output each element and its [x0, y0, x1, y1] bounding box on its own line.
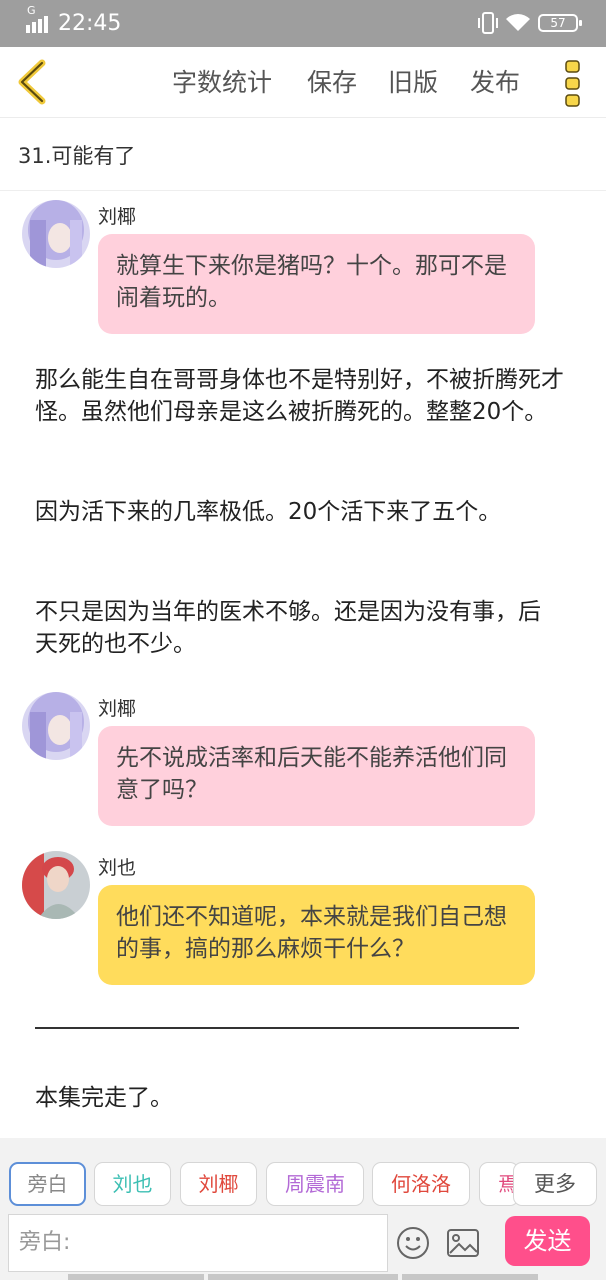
- chip-label: 刘也: [112, 1172, 153, 1196]
- save-button[interactable]: 保存: [307, 67, 357, 99]
- back-icon[interactable]: [14, 59, 50, 105]
- narration-text[interactable]: 不只是因为当年的医术不够。还是因为没有事，后天死的也不少。: [35, 596, 560, 660]
- more-menu-icon[interactable]: [562, 58, 584, 108]
- narration-text[interactable]: 本集完走了。: [35, 1082, 580, 1114]
- character-chip-narrator[interactable]: 旁白: [9, 1162, 86, 1206]
- character-chip[interactable]: 刘也: [94, 1162, 171, 1206]
- sender-name: 刘椰: [98, 206, 137, 228]
- emoji-icon[interactable]: [396, 1226, 430, 1260]
- sender-name: 刘也: [98, 857, 137, 879]
- chapter-title[interactable]: 31.可能有了: [18, 140, 135, 170]
- image-icon[interactable]: [446, 1228, 480, 1258]
- battery-level: 57: [550, 16, 566, 30]
- old-version-button[interactable]: 旧版: [388, 67, 438, 99]
- network-type: G: [27, 4, 36, 17]
- chip-label: 周震南: [285, 1172, 345, 1196]
- divider: [0, 190, 606, 191]
- character-chip[interactable]: 何洛洛: [372, 1162, 470, 1206]
- word-count-button[interactable]: 字数统计: [172, 67, 272, 99]
- message-bubble[interactable]: 就算生下来你是猪吗？十个。那可不是闹着玩的。: [98, 234, 535, 334]
- wifi-icon: [506, 14, 530, 31]
- editor-toolbar: 字数统计 保存 旧版 发布: [0, 47, 606, 118]
- message-input[interactable]: 旁白:: [8, 1214, 388, 1272]
- character-chip[interactable]: 周震南: [266, 1162, 364, 1206]
- battery-icon: 57: [538, 14, 582, 32]
- publish-button[interactable]: 发布: [470, 67, 520, 99]
- narration-text[interactable]: 因为活下来的几率极低。20个活下来了五个。: [35, 496, 535, 528]
- nav-hint-bar: [208, 1274, 398, 1280]
- message-bubble[interactable]: 先不说成活率和后天能不能养活他们同意了吗？: [98, 726, 535, 826]
- vibrate-icon: [478, 12, 498, 34]
- message-bubble[interactable]: 他们还不知道呢，本来就是我们自己想的事，搞的那么麻烦干什么？: [98, 885, 535, 985]
- avatar-liuye-female[interactable]: [22, 200, 90, 268]
- nav-hint-bar: [68, 1274, 204, 1280]
- sender-name: 刘椰: [98, 698, 137, 720]
- narration-text[interactable]: 那么能生自在哥哥身体也不是特别好，不被折腾死才怪。虽然他们母亲是这么被折腾死的。…: [35, 364, 580, 428]
- character-chip[interactable]: 刘椰: [180, 1162, 257, 1206]
- send-button[interactable]: 发送: [505, 1216, 590, 1266]
- avatar-liuye-male[interactable]: [22, 851, 90, 919]
- chip-label: 旁白: [27, 1172, 68, 1196]
- nav-hint-bar: [402, 1274, 538, 1280]
- separator-line: [35, 1027, 519, 1029]
- more-characters-button[interactable]: 更多: [513, 1162, 597, 1206]
- chip-label: 刘椰: [198, 1172, 239, 1196]
- chip-label: 何洛洛: [391, 1172, 451, 1196]
- status-bar: G 22:45 57: [0, 0, 606, 47]
- status-time: 22:45: [58, 11, 122, 36]
- avatar-liuye-female[interactable]: [22, 692, 90, 760]
